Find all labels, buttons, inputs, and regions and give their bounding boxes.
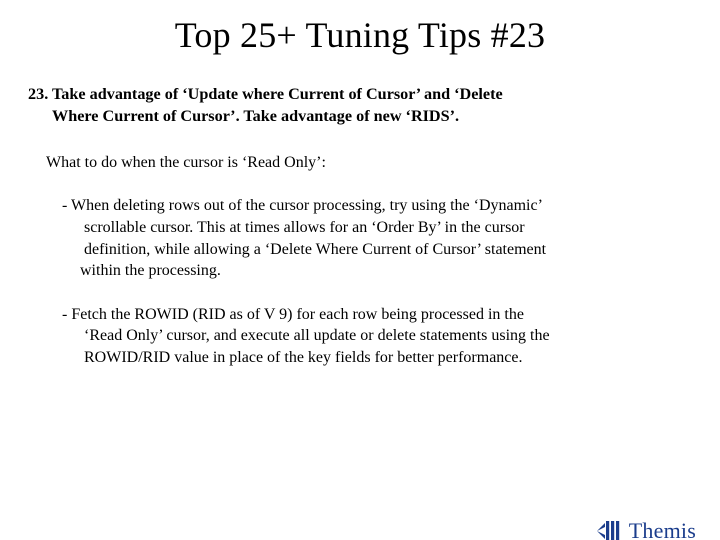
logo: Themis	[597, 518, 696, 540]
bullet-1-dash: -	[62, 197, 71, 214]
bullet-1-l2: scrollable cursor. This at times allows …	[72, 217, 664, 239]
bullet-1: - When deleting rows out of the cursor p…	[62, 195, 664, 281]
tip-number: 23.	[28, 85, 48, 103]
tip-line1: Take advantage of ‘Update where Current …	[52, 85, 503, 103]
bullet-2-dash: -	[62, 306, 71, 323]
logo-icon	[597, 519, 623, 540]
bullet-2-l2: ‘Read Only’ cursor, and execute all upda…	[72, 325, 664, 347]
bullet-2-l3: ROWID/RID value in place of the key fiel…	[72, 347, 664, 369]
tip-heading: 23. Take advantage of ‘Update where Curr…	[28, 84, 676, 128]
bullet-2-l1: Fetch the ROWID (RID as of V 9) for each…	[71, 306, 524, 323]
slide-container: Top 25+ Tuning Tips #23 23. Take advanta…	[0, 14, 720, 540]
bullet-1-l4: within the processing.	[72, 260, 664, 282]
bullet-2: - Fetch the ROWID (RID as of V 9) for ea…	[62, 304, 664, 369]
tip-line2: Where Current of Cursor’. Take advantage…	[28, 106, 676, 128]
bullet-1-l1: When deleting rows out of the cursor pro…	[71, 197, 543, 214]
bullet-1-l3: definition, while allowing a ‘Delete Whe…	[72, 239, 664, 261]
subheading: What to do when the cursor is ‘Read Only…	[46, 152, 676, 174]
page-title: Top 25+ Tuning Tips #23	[0, 14, 720, 56]
logo-text: Themis	[629, 518, 696, 540]
